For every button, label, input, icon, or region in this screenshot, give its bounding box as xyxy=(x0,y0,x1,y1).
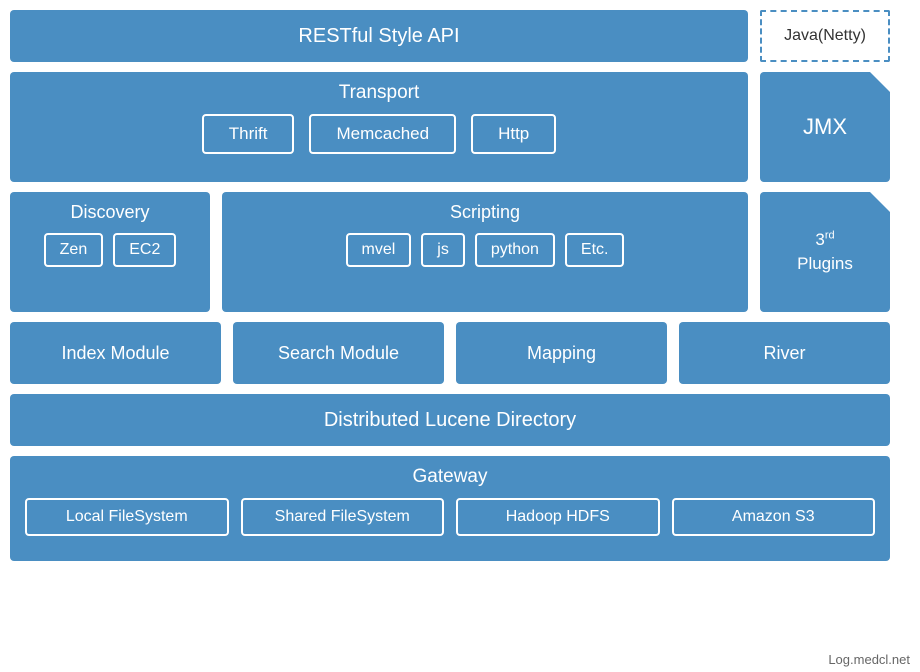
index-module-label: Index Module xyxy=(61,343,169,364)
gateway-items-row: Local FileSystem Shared FileSystem Hadoo… xyxy=(25,498,875,536)
scripting-box: Scripting mvel js python Etc. xyxy=(222,192,748,312)
java-netty-label: Java(Netty) xyxy=(784,27,866,45)
transport-items-row: Thrift Memcached Http xyxy=(25,114,733,154)
plugins-label: 3rdPlugins xyxy=(797,228,853,276)
gateway-item-sharedfs: Shared FileSystem xyxy=(241,498,445,536)
plugins-box: 3rdPlugins xyxy=(760,192,890,312)
jmx-label: JMX xyxy=(803,114,847,140)
gateway-item-hadoop: Hadoop HDFS xyxy=(456,498,660,536)
scripting-item-mvel: mvel xyxy=(346,233,412,267)
discovery-box: Discovery Zen EC2 xyxy=(10,192,210,312)
index-module-box: Index Module xyxy=(10,322,221,384)
diagram-container: RESTful Style API Java(Netty) Transport … xyxy=(10,10,890,650)
scripting-item-etc: Etc. xyxy=(565,233,625,267)
gateway-title: Gateway xyxy=(25,466,875,488)
discovery-item-zen: Zen xyxy=(44,233,104,267)
scripting-items: mvel js python Etc. xyxy=(234,233,736,267)
gateway-item-amazon: Amazon S3 xyxy=(672,498,876,536)
mapping-box: Mapping xyxy=(456,322,667,384)
scripting-title: Scripting xyxy=(234,202,736,223)
transport-title: Transport xyxy=(25,82,733,104)
restful-api-block: RESTful Style API xyxy=(10,10,748,62)
discovery-item-ec2: EC2 xyxy=(113,233,176,267)
jmx-box: JMX xyxy=(760,72,890,182)
row1: RESTful Style API Java(Netty) xyxy=(10,10,890,62)
row3: Discovery Zen EC2 Scripting mvel js xyxy=(10,192,890,312)
watermark: Log.medcl.net xyxy=(828,652,910,667)
lucene-label: Distributed Lucene Directory xyxy=(324,409,576,432)
mapping-label: Mapping xyxy=(527,343,596,364)
scripting-item-python: python xyxy=(475,233,555,267)
row5: Distributed Lucene Directory xyxy=(10,394,890,446)
transport-item-http: Http xyxy=(471,114,556,154)
row2: Transport Thrift Memcached Http JMX xyxy=(10,72,890,182)
lucene-box: Distributed Lucene Directory xyxy=(10,394,890,446)
row4: Index Module Search Module Mapping River xyxy=(10,322,890,384)
gateway-item-localfs: Local FileSystem xyxy=(25,498,229,536)
row6: Gateway Local FileSystem Shared FileSyst… xyxy=(10,456,890,561)
transport-item-thrift: Thrift xyxy=(202,114,295,154)
river-label: River xyxy=(763,343,805,364)
transport-box: Transport Thrift Memcached Http xyxy=(10,72,748,182)
discovery-items: Zen EC2 xyxy=(22,233,198,267)
restful-api-label: RESTful Style API xyxy=(298,25,459,48)
river-box: River xyxy=(679,322,890,384)
discovery-title: Discovery xyxy=(22,202,198,223)
scripting-item-js: js xyxy=(421,233,465,267)
search-module-label: Search Module xyxy=(278,343,399,364)
java-netty-block: Java(Netty) xyxy=(760,10,890,62)
transport-item-memcached: Memcached xyxy=(309,114,456,154)
gateway-box: Gateway Local FileSystem Shared FileSyst… xyxy=(10,456,890,561)
search-module-box: Search Module xyxy=(233,322,444,384)
